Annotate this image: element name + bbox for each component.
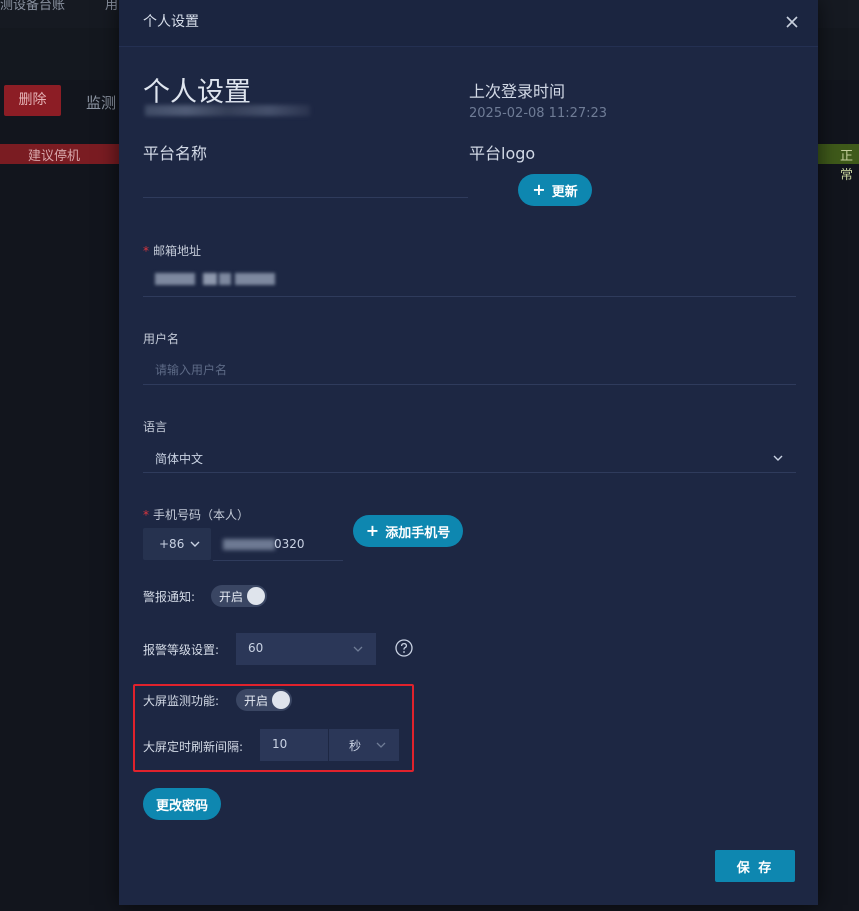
chevron-down-icon[interactable] <box>772 452 784 464</box>
chevron-down-icon[interactable] <box>189 538 201 550</box>
screen-refresh-label: 大屏定时刷新间隔: <box>143 740 244 754</box>
required-marker: * <box>143 244 149 258</box>
save-button[interactable]: 保 存 <box>715 850 795 882</box>
phone-number-visible: 0320 <box>274 537 305 551</box>
email-field[interactable] <box>143 296 796 297</box>
change-password-button[interactable]: 更改密码 <box>143 788 221 820</box>
update-logo-button[interactable]: + 更新 <box>518 174 592 206</box>
personal-settings-modal: 个人设置 个人设置 上次登录时间 2025-02-08 11:27:23 平台名… <box>119 0 818 905</box>
question-circle-icon[interactable] <box>395 639 413 657</box>
last-login-label: 上次登录时间 <box>469 82 566 101</box>
alarm-level-select[interactable]: 60 <box>236 633 376 665</box>
toggle-text: 开启 <box>244 694 269 708</box>
plus-icon: + <box>532 180 546 199</box>
background-delete-button: 删除 <box>4 85 61 116</box>
platform-logo-label: 平台logo <box>469 144 536 163</box>
modal-header: 个人设置 <box>119 0 818 47</box>
plus-icon: + <box>365 521 380 540</box>
redacted-phone-number <box>223 539 275 550</box>
refresh-unit-value: 秒 <box>349 739 362 753</box>
status-normal-text: 正常 <box>840 149 854 183</box>
redacted-account-text <box>145 105 310 116</box>
modal-title: 个人设置 <box>143 14 199 30</box>
refresh-unit-select[interactable]: 秒 <box>329 729 399 761</box>
background-nav-item: 测设备台账 <box>0 0 66 13</box>
background-nav-item: 用 <box>105 0 119 13</box>
alarm-notify-label: 警报通知: <box>143 590 196 604</box>
phone-label: * 手机号码（本人） <box>143 506 249 523</box>
screen-monitor-toggle[interactable]: 开启 <box>236 689 292 711</box>
country-code-value: +86 <box>159 537 185 551</box>
language-select-value[interactable]: 简体中文 <box>155 450 203 467</box>
change-password-label: 更改密码 <box>155 798 208 814</box>
language-label: 语言 <box>143 420 168 434</box>
username-input-placeholder: 请输入用户名 <box>155 363 228 377</box>
toggle-text: 开启 <box>219 590 244 604</box>
background-status-normal: 正常 <box>818 144 859 183</box>
phone-number-input[interactable] <box>213 560 343 561</box>
toggle-knob <box>272 691 290 709</box>
email-label: * 邮箱地址 <box>143 242 201 259</box>
alarm-notify-toggle[interactable]: 开启 <box>211 585 267 607</box>
username-label: 用户名 <box>143 332 180 346</box>
phone-label-text: 手机号码（本人） <box>153 508 250 522</box>
add-phone-label: 添加手机号 <box>385 525 451 541</box>
background-status-stop: 建议停机 <box>0 144 119 164</box>
add-phone-button[interactable]: + 添加手机号 <box>353 515 463 547</box>
page-title: 个人设置 <box>143 77 251 108</box>
email-label-text: 邮箱地址 <box>153 244 202 258</box>
screen-monitor-label: 大屏监测功能: <box>143 694 220 708</box>
platform-name-label: 平台名称 <box>143 144 208 163</box>
alarm-level-label: 报警等级设置: <box>143 643 220 657</box>
language-select[interactable] <box>143 472 796 473</box>
last-login-value: 2025-02-08 11:27:23 <box>469 106 608 121</box>
alarm-level-value: 60 <box>248 641 264 655</box>
background-monitor-text: 监测 <box>86 94 117 112</box>
platform-name-input[interactable] <box>143 197 468 198</box>
update-button-label: 更新 <box>551 184 578 200</box>
chevron-down-icon <box>353 646 363 652</box>
close-icon[interactable] <box>782 12 802 32</box>
status-stop-text: 建议停机 <box>28 149 81 164</box>
required-marker: * <box>143 508 149 522</box>
chevron-down-icon <box>376 742 386 748</box>
username-field[interactable] <box>143 384 796 385</box>
refresh-interval-input[interactable]: 10 <box>260 729 328 761</box>
refresh-interval-value: 10 <box>272 737 288 751</box>
toggle-knob <box>247 587 265 605</box>
